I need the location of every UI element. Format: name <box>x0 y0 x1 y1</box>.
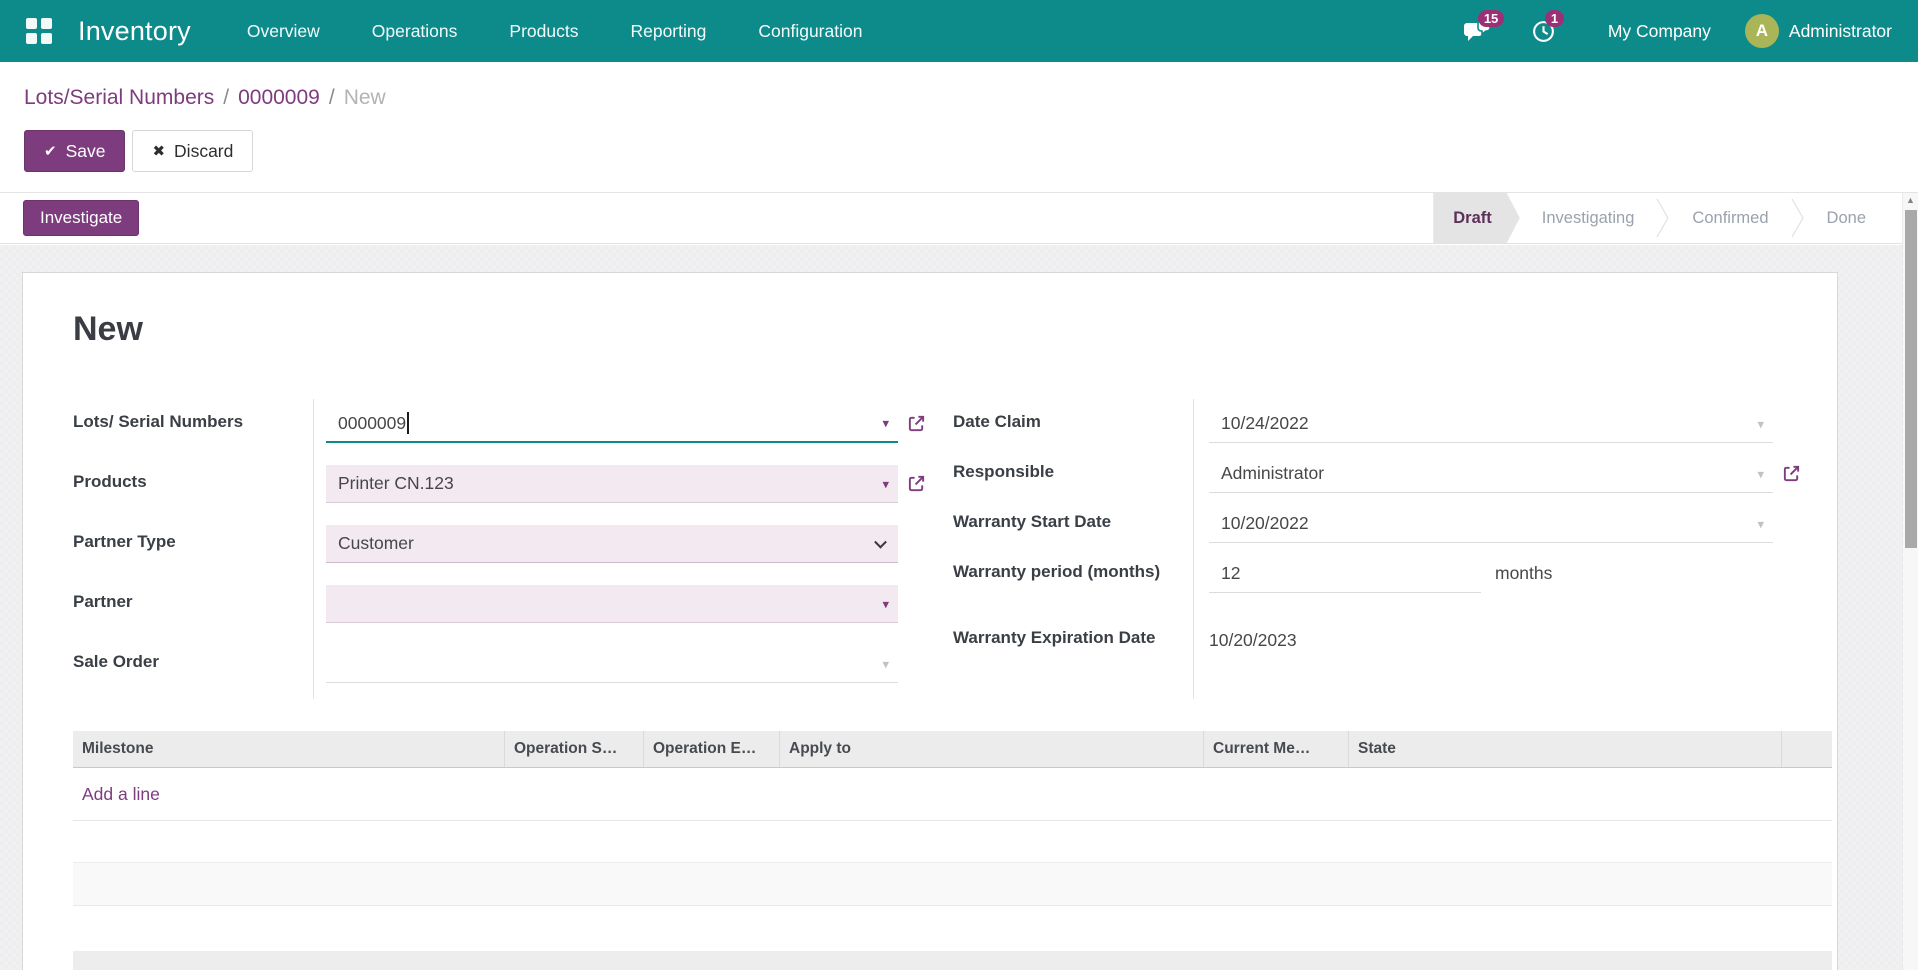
label-warranty-expiration-date: Warranty Expiration Date <box>953 628 1156 647</box>
breadcrumb-lots-serial-numbers[interactable]: Lots/Serial Numbers <box>24 86 214 109</box>
main-menu: Overview Operations Products Reporting C… <box>247 21 863 42</box>
status-step-confirmed[interactable]: Confirmed <box>1670 193 1790 243</box>
label-responsible: Responsible <box>953 462 1055 481</box>
warranty-expiration-date-value: 10/20/2023 <box>1209 630 1297 650</box>
top-navbar: Inventory Overview Operations Products R… <box>0 0 1918 62</box>
chevron-down-icon[interactable]: ▾ <box>882 657 889 670</box>
label-products: Products <box>73 472 147 491</box>
control-panel: Lots/Serial Numbers/0000009/New ✔ Save ✖… <box>0 62 1918 193</box>
column-extra <box>1782 731 1832 767</box>
menu-products[interactable]: Products <box>509 21 578 42</box>
table-empty-row <box>73 863 1832 906</box>
step-chevron-icon <box>1791 193 1805 243</box>
text-cursor <box>407 412 409 434</box>
save-button[interactable]: ✔ Save <box>24 130 126 172</box>
avatar: A <box>1744 14 1779 48</box>
products-input[interactable]: Printer CN.123 ▾ <box>326 465 898 503</box>
form-left-column: Lots/ Serial Numbers 0000009 ▾ Products <box>73 399 925 699</box>
column-apply-to[interactable]: Apply to <box>780 731 1204 767</box>
status-steps: Draft Investigating Confirmed Done <box>1433 193 1888 243</box>
label-sale-order: Sale Order <box>73 652 159 671</box>
column-current-measure[interactable]: Current Me… <box>1204 731 1349 767</box>
label-lots-serial-numbers: Lots/ Serial Numbers <box>73 412 244 431</box>
messages-button[interactable]: 15 <box>1463 10 1505 43</box>
status-step-draft[interactable]: Draft <box>1433 193 1520 243</box>
table-empty-row <box>73 821 1832 863</box>
milestones-table: Milestone Operation S… Operation E… Appl… <box>73 731 1832 970</box>
label-warranty-start-date: Warranty Start Date <box>953 512 1112 531</box>
partner-input[interactable]: ▾ <box>326 585 898 623</box>
column-operation-start[interactable]: Operation S… <box>505 731 644 767</box>
x-icon: ✖ <box>152 143 166 160</box>
table-empty-row <box>73 906 1832 952</box>
chevron-down-icon[interactable]: ▾ <box>1757 517 1764 530</box>
chevron-down-icon[interactable]: ▾ <box>1757 417 1764 430</box>
activities-count-badge: 1 <box>1544 9 1565 27</box>
warranty-period-input[interactable]: 12 <box>1209 555 1481 593</box>
menu-configuration[interactable]: Configuration <box>758 21 862 42</box>
external-link-icon[interactable] <box>1782 464 1801 483</box>
label-warranty-period: Warranty period (months) <box>953 562 1161 581</box>
scrollbar-up-arrow-icon[interactable]: ▲ <box>1903 193 1918 208</box>
menu-overview[interactable]: Overview <box>247 21 320 42</box>
content-area: New Lots/ Serial Numbers 0000009 ▾ Produ… <box>0 245 1918 970</box>
chevron-down-icon[interactable]: ▾ <box>1757 467 1764 480</box>
discard-button[interactable]: ✖ Discard <box>132 130 254 172</box>
scrollbar-thumb[interactable] <box>1905 210 1917 548</box>
warranty-start-date-input[interactable]: 10/20/2022 ▾ <box>1209 505 1773 543</box>
breadcrumb: Lots/Serial Numbers/0000009/New <box>24 86 386 109</box>
column-milestone[interactable]: Milestone <box>73 731 505 767</box>
breadcrumb-record[interactable]: 0000009 <box>238 86 320 109</box>
form-fields: Lots/ Serial Numbers 0000009 ▾ Products <box>73 399 1837 699</box>
label-partner: Partner <box>73 592 133 611</box>
user-name: Administrator <box>1788 20 1892 41</box>
topbar-right: 15 1 My Company A Administrator <box>1463 9 1892 48</box>
chevron-down-icon <box>874 535 887 549</box>
investigate-button[interactable]: Investigate <box>23 200 140 236</box>
menu-reporting[interactable]: Reporting <box>630 21 706 42</box>
chevron-down-icon[interactable]: ▾ <box>882 597 889 610</box>
form-actions: ✔ Save ✖ Discard <box>24 130 1918 172</box>
statusbar: Investigate Draft Investigating Confirme… <box>0 193 1918 244</box>
check-icon: ✔ <box>44 143 57 160</box>
table-header: Milestone Operation S… Operation E… Appl… <box>73 731 1832 768</box>
page-title: New <box>73 310 143 348</box>
table-row: Add a line <box>73 768 1832 821</box>
menu-operations[interactable]: Operations <box>372 21 458 42</box>
app-window: Inventory Overview Operations Products R… <box>0 0 1918 970</box>
external-link-icon[interactable] <box>907 474 926 493</box>
label-date-claim: Date Claim <box>953 412 1041 431</box>
responsible-input[interactable]: Administrator ▾ <box>1209 455 1773 493</box>
label-partner-type: Partner Type <box>73 532 176 551</box>
warranty-period-unit: months <box>1495 563 1553 583</box>
sale-order-input[interactable]: ▾ <box>326 645 898 683</box>
status-step-done[interactable]: Done <box>1805 193 1888 243</box>
company-switcher[interactable]: My Company <box>1608 21 1711 42</box>
date-claim-input[interactable]: 10/24/2022 ▾ <box>1209 405 1773 443</box>
lots-serial-numbers-input[interactable]: 0000009 ▾ <box>326 405 898 443</box>
chevron-down-icon[interactable]: ▾ <box>882 477 889 490</box>
breadcrumb-current: New <box>343 86 386 109</box>
column-operation-end[interactable]: Operation E… <box>644 731 780 767</box>
activities-button[interactable]: 1 <box>1531 9 1565 44</box>
apps-menu-icon[interactable] <box>26 18 52 44</box>
table-footer-strip <box>73 952 1832 970</box>
form-right-column: Date Claim 10/24/2022 ▾ Responsible Admi… <box>953 399 1813 699</box>
vertical-scrollbar[interactable]: ▲ <box>1902 193 1918 970</box>
messages-count-badge: 15 <box>1477 10 1505 27</box>
external-link-icon[interactable] <box>907 414 926 433</box>
add-a-line-link[interactable]: Add a line <box>82 784 160 805</box>
app-title[interactable]: Inventory <box>78 16 191 47</box>
status-step-investigating[interactable]: Investigating <box>1520 193 1657 243</box>
partner-type-select[interactable]: Customer <box>326 525 898 563</box>
column-state[interactable]: State <box>1349 731 1782 767</box>
form-sheet: New Lots/ Serial Numbers 0000009 ▾ Produ… <box>22 272 1838 970</box>
chevron-down-icon[interactable]: ▾ <box>882 417 889 430</box>
step-chevron-icon <box>1656 193 1670 243</box>
user-menu[interactable]: A Administrator <box>1744 14 1892 48</box>
